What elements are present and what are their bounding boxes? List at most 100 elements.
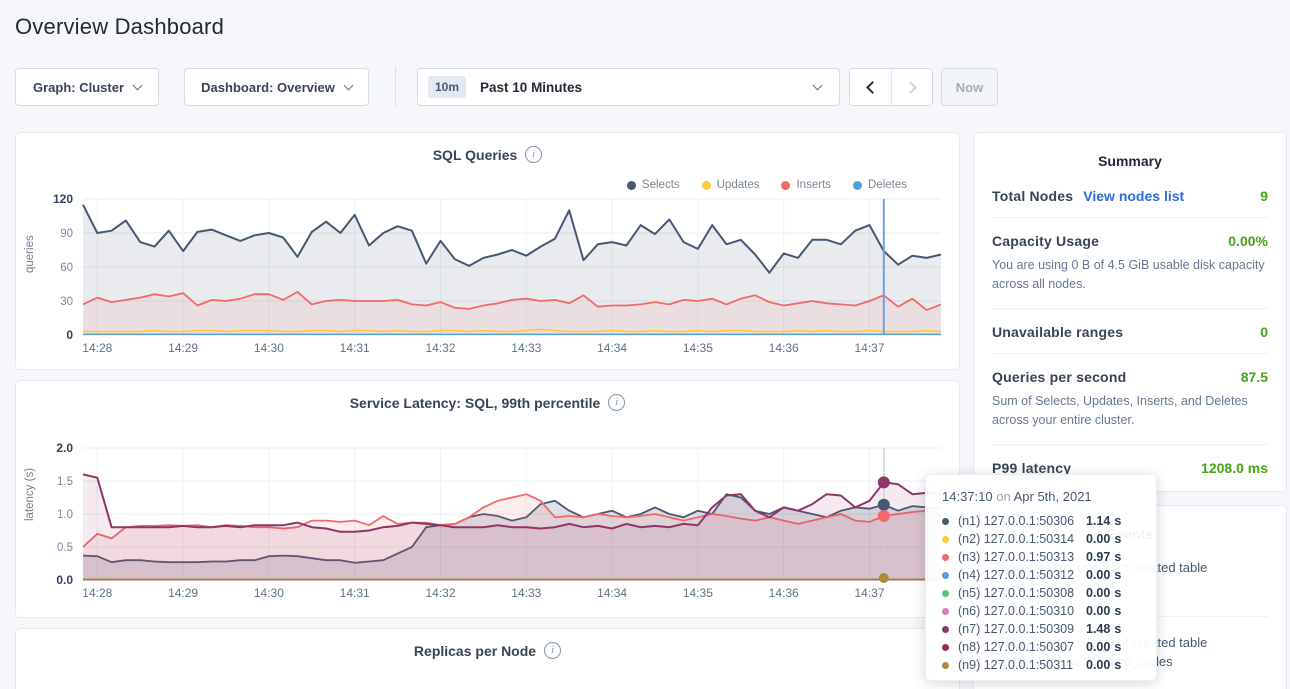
svg-text:14:34: 14:34 (597, 586, 627, 600)
summary-row-main: Total NodesView nodes list9 (992, 188, 1268, 204)
time-pager (849, 68, 933, 106)
tooltip-node-label: (n3) 127.0.0.1:50313 (958, 550, 1086, 564)
summary-description: You are using 0 B of 4.5 GiB usable disk… (992, 256, 1268, 295)
page-title: Overview Dashboard (15, 14, 224, 40)
tooltip-unit: s (1114, 568, 1121, 582)
time-range-badge: 10m (428, 76, 466, 98)
summary-row-main: Queries per second87.5 (992, 369, 1268, 385)
svg-text:1.5: 1.5 (57, 476, 73, 488)
svg-text:14:29: 14:29 (168, 586, 198, 600)
svg-text:14:32: 14:32 (425, 341, 455, 355)
info-icon[interactable]: i (544, 642, 561, 659)
series-color-dot (942, 608, 949, 615)
tooltip-value: 0.00 (1086, 640, 1110, 654)
tooltip-value: 1.14 (1086, 514, 1110, 528)
tooltip-node-label: (n7) 127.0.0.1:50309 (958, 622, 1086, 636)
svg-text:14:34: 14:34 (597, 341, 627, 355)
tooltip-node-label: (n1) 127.0.0.1:50306 (958, 514, 1086, 528)
graph-dropdown-label: Graph: Cluster (33, 80, 124, 95)
tooltip-node-label: (n2) 127.0.0.1:50314 (958, 532, 1086, 546)
time-range-selector[interactable]: 10m Past 10 Minutes (417, 68, 840, 106)
summary-row: Unavailable ranges0 (992, 309, 1268, 354)
tooltip-node-label: (n6) 127.0.0.1:50310 (958, 604, 1086, 618)
sql-queries-panel: SQL Queries i SelectsUpdatesInsertsDelet… (15, 132, 960, 370)
svg-text:14:28: 14:28 (82, 341, 112, 355)
tooltip-row: (n7) 127.0.0.1:503091.48 s (942, 620, 1142, 638)
tooltip-row: (n4) 127.0.0.1:503120.00 s (942, 566, 1142, 584)
tooltip-unit: s (1114, 640, 1121, 654)
tooltip-unit: s (1114, 658, 1121, 672)
chevron-left-icon (866, 81, 879, 94)
series-color-dot (942, 536, 949, 543)
graph-dropdown[interactable]: Graph: Cluster (15, 68, 159, 106)
tooltip-value: 0.00 (1086, 658, 1110, 672)
svg-text:14:36: 14:36 (769, 586, 799, 600)
now-button[interactable]: Now (941, 68, 998, 106)
svg-text:14:35: 14:35 (683, 341, 713, 355)
svg-text:30: 30 (60, 296, 73, 308)
chevron-down-icon (813, 80, 823, 90)
summary-row: Capacity Usage 0.00% You are using 0 B of … (992, 218, 1268, 309)
tooltip-unit: s (1114, 622, 1121, 636)
series-color-dot (942, 644, 949, 651)
summary-row-main: Capacity Usage 0.00% (992, 233, 1268, 249)
sql-queries-chart[interactable]: 030609012014:2814:2914:3014:3114:3214:33… (16, 133, 961, 370)
overview-dashboard-page: Overview Dashboard Graph: Cluster Dashbo… (0, 0, 1290, 689)
series-color-dot (942, 554, 949, 561)
summary-title: Summary (974, 133, 1286, 169)
summary-value: 0.00% (1228, 233, 1268, 249)
tooltip-node-label: (n9) 127.0.0.1:50311 (958, 658, 1086, 672)
tooltip-node-label: (n8) 127.0.0.1:50307 (958, 640, 1086, 654)
view-nodes-link[interactable]: View nodes list (1083, 188, 1184, 204)
time-range-label: Past 10 Minutes (480, 80, 582, 95)
chart-title: Replicas per Node (414, 643, 536, 659)
tooltip-unit: s (1114, 532, 1121, 546)
tooltip-row: (n6) 127.0.0.1:503100.00s (942, 602, 1142, 620)
tooltip-unit: s (1114, 586, 1121, 600)
tooltip-unit: s (1114, 550, 1121, 564)
svg-text:0.5: 0.5 (57, 542, 73, 554)
time-prev-button[interactable] (850, 69, 891, 105)
series-color-dot (942, 626, 949, 633)
summary-label: Queries per second (992, 369, 1126, 385)
service-latency-chart[interactable]: 0.0 0.5 1.0 1.5 2.0 14:28 14:29 14:30 14:31 14:32… (16, 381, 961, 619)
tooltip-unit: s (1114, 514, 1121, 528)
dashboard-dropdown[interactable]: Dashboard: Overview (184, 68, 369, 106)
tooltip-value: 0.00 (1086, 586, 1110, 600)
svg-text:0.0: 0.0 (56, 573, 73, 587)
svg-text:1.0: 1.0 (57, 509, 73, 521)
tooltip-value: 0.00 (1086, 532, 1110, 546)
svg-text:14:37: 14:37 (854, 586, 884, 600)
service-latency-panel: Service Latency: SQL, 99th percentile i … (15, 380, 960, 618)
tooltip-row: (n8) 127.0.0.1:503070.00 s (942, 638, 1142, 656)
tooltip-value: 1.48 (1086, 622, 1110, 636)
summary-row-main: Unavailable ranges0 (992, 324, 1268, 340)
replicas-per-node-panel: Replicas per Node i (15, 628, 960, 689)
svg-text:2.0: 2.0 (56, 441, 73, 455)
chevron-down-icon (133, 80, 143, 90)
summary-value: 1208.0 ms (1201, 460, 1268, 476)
svg-text:14:28: 14:28 (82, 586, 112, 600)
tooltip-row: (n1) 127.0.0.1:503061.14 s (942, 512, 1142, 530)
series-color-dot (942, 572, 949, 579)
tooltip-node-label: (n4) 127.0.0.1:50312 (958, 568, 1086, 582)
svg-text:14:35: 14:35 (683, 586, 713, 600)
tooltip-value: 0.00 (1086, 568, 1110, 582)
svg-text:120: 120 (53, 192, 73, 206)
svg-text:14:31: 14:31 (340, 341, 370, 355)
series-color-dot (942, 590, 949, 597)
svg-text:14:31: 14:31 (340, 586, 370, 600)
chevron-right-icon (904, 81, 917, 94)
svg-text:14:30: 14:30 (254, 586, 284, 600)
tooltip-node-label: (n5) 127.0.0.1:50308 (958, 586, 1086, 600)
tooltip-unit: s (1114, 604, 1121, 618)
svg-text:14:30: 14:30 (254, 341, 284, 355)
summary-card: Summary Total NodesView nodes list9 Capac… (973, 132, 1287, 492)
svg-text:14:32: 14:32 (425, 586, 455, 600)
svg-text:60: 60 (60, 262, 73, 274)
series-color-dot (942, 518, 949, 525)
summary-description: Sum of Selects, Updates, Inserts, and De… (992, 392, 1268, 431)
time-next-button[interactable] (891, 69, 932, 105)
summary-label: Capacity Usage (992, 233, 1099, 249)
tooltip-row: (n2) 127.0.0.1:503140.00 s (942, 530, 1142, 548)
